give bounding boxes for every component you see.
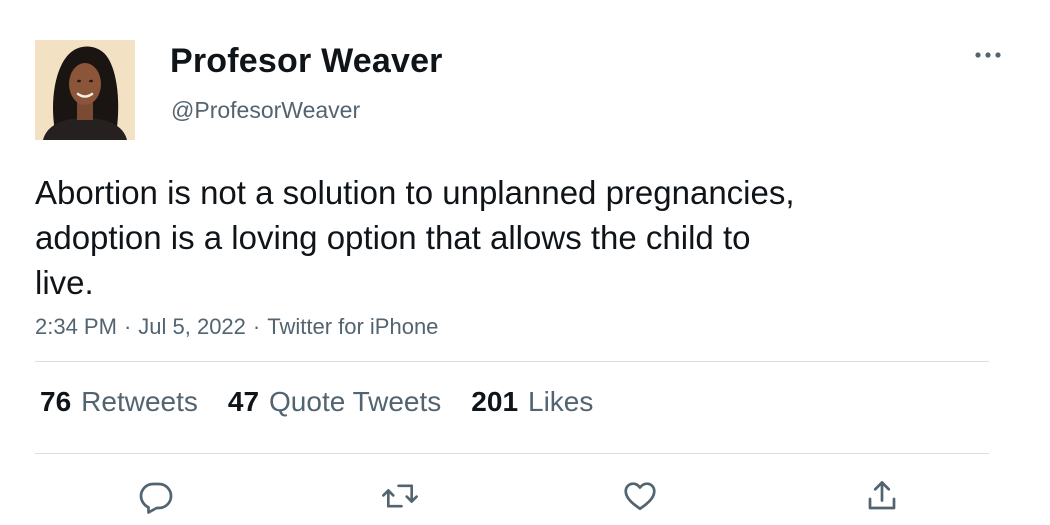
meta-separator: · xyxy=(123,314,132,339)
tweet-card: Profesor Weaver @ProfesorWeaver Abortion… xyxy=(0,0,1050,525)
like-button[interactable] xyxy=(618,474,662,518)
quote-tweets-count: 47 xyxy=(227,386,260,417)
quote-tweets-label: Quote Tweets xyxy=(269,386,442,417)
tweet-text: Abortion is not a solution to unplanned … xyxy=(35,170,895,305)
likes-label: Likes xyxy=(528,386,594,417)
retweet-button[interactable] xyxy=(378,474,422,518)
likes-stat[interactable]: 201 Likes xyxy=(471,386,593,418)
tweet-text-line: adoption is a loving option that allows … xyxy=(35,219,751,256)
quote-tweets-stat[interactable]: 47 Quote Tweets xyxy=(228,386,441,418)
divider xyxy=(35,361,989,362)
share-icon xyxy=(868,481,896,510)
profile-photo-icon xyxy=(35,40,135,140)
reply-button[interactable] xyxy=(134,474,178,518)
like-icon xyxy=(624,482,656,511)
retweets-stat[interactable]: 76 Retweets xyxy=(40,386,198,418)
retweet-icon xyxy=(382,484,418,508)
more-icon xyxy=(975,52,1001,58)
more-options-button[interactable] xyxy=(968,40,1008,70)
likes-count: 201 xyxy=(471,386,519,417)
tweet-text-line: Abortion is not a solution to unplanned … xyxy=(35,174,795,211)
tweet-metadata: 2:34 PM · Jul 5, 2022 · Twitter for iPhone xyxy=(35,314,438,340)
retweets-count: 76 xyxy=(40,386,72,417)
tweet-date[interactable]: Jul 5, 2022 xyxy=(138,314,246,339)
avatar[interactable] xyxy=(35,40,135,140)
tweet-source[interactable]: Twitter for iPhone xyxy=(267,314,438,339)
share-button[interactable] xyxy=(860,474,904,518)
display-name[interactable]: Profesor Weaver xyxy=(170,42,443,81)
reply-icon xyxy=(139,482,173,514)
tweet-text-line: live. xyxy=(35,264,94,301)
divider xyxy=(35,453,989,454)
meta-separator: · xyxy=(252,314,261,339)
tweet-time[interactable]: 2:34 PM xyxy=(35,314,117,339)
engagement-stats: 76 Retweets 47 Quote Tweets 201 Likes xyxy=(40,386,593,418)
user-handle[interactable]: @ProfesorWeaver xyxy=(171,97,360,124)
retweets-label: Retweets xyxy=(81,386,198,417)
